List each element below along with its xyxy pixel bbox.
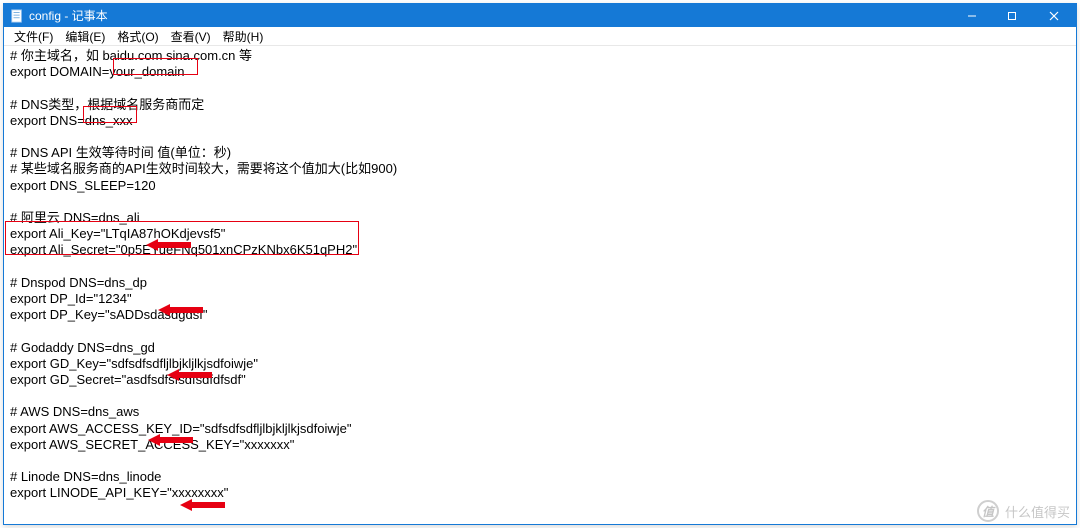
- window-title: config - 记事本: [29, 7, 952, 24]
- arrow-icon: [180, 466, 225, 480]
- arrow-icon: [148, 401, 193, 415]
- arrow-icon: [146, 206, 191, 220]
- line: # 某些域名服务商的API生效时间较大，需要将这个值加大(比如900): [10, 161, 397, 176]
- line: # DNS API 生效等待时间 值(单位：秒): [10, 145, 231, 160]
- menu-help[interactable]: 帮助(H): [217, 27, 270, 46]
- line: export DOMAIN=your_domain: [10, 64, 185, 79]
- line: # Godaddy DNS=dns_gd: [10, 340, 155, 355]
- arrow-icon: [158, 271, 203, 285]
- line: export DP_Id="1234": [10, 291, 132, 306]
- menu-view[interactable]: 查看(V): [165, 27, 217, 46]
- line: # Dnspod DNS=dns_dp: [10, 275, 147, 290]
- arrow-icon: [167, 336, 212, 350]
- line: export LINODE_API_KEY="xxxxxxxx": [10, 485, 228, 500]
- line: export DP_Key="sADDsdasdgdsf": [10, 307, 207, 322]
- line: export AWS_ACCESS_KEY_ID="sdfsdfsdfljlbj…: [10, 421, 351, 436]
- line: export GD_Secret="asdfsdfsfsdfsdfdfsdf": [10, 372, 246, 387]
- notepad-window: config - 记事本 文件(F) 编辑(E) 格式(O) 查看(V) 帮助(…: [3, 3, 1077, 525]
- line: # 你主域名，如 baidu.com sina.com.cn 等: [10, 48, 252, 63]
- line: export AWS_SECRET_ACCESS_KEY="xxxxxxx": [10, 437, 294, 452]
- menubar: 文件(F) 编辑(E) 格式(O) 查看(V) 帮助(H): [4, 27, 1076, 46]
- maximize-button[interactable]: [992, 4, 1032, 27]
- line: export Ali_Secret="0p5EYueFNq501xnCPzKNb…: [10, 242, 357, 257]
- line: # DNS类型，根据域名服务商而定: [10, 97, 204, 112]
- watermark-text: 什么值得买: [1005, 502, 1070, 521]
- line: # 阿里云 DNS=dns_ali: [10, 210, 140, 225]
- menu-file[interactable]: 文件(F): [8, 27, 59, 46]
- annotation-layer: [4, 46, 1076, 524]
- line: export DNS=dns_xxx: [10, 113, 132, 128]
- titlebar[interactable]: config - 记事本: [4, 4, 1076, 27]
- window-controls: [952, 4, 1076, 27]
- line: export Ali_Key="LTqIA87hOKdjevsf5": [10, 226, 225, 241]
- menu-edit[interactable]: 编辑(E): [59, 27, 111, 46]
- line: export GD_Key="sdfsdfsdfljlbjkljlkjsdfoi…: [10, 356, 258, 371]
- watermark: 值 什么值得买: [977, 500, 1070, 522]
- line: # Linode DNS=dns_linode: [10, 469, 161, 484]
- text-area[interactable]: # 你主域名，如 baidu.com sina.com.cn 等 export …: [4, 46, 1076, 524]
- minimize-button[interactable]: [952, 4, 992, 27]
- menu-format[interactable]: 格式(O): [111, 27, 164, 46]
- line: # AWS DNS=dns_aws: [10, 404, 139, 419]
- line: export DNS_SLEEP=120: [10, 178, 156, 193]
- close-button[interactable]: [1032, 4, 1076, 27]
- watermark-icon: 值: [977, 500, 999, 522]
- app-icon: [10, 9, 24, 23]
